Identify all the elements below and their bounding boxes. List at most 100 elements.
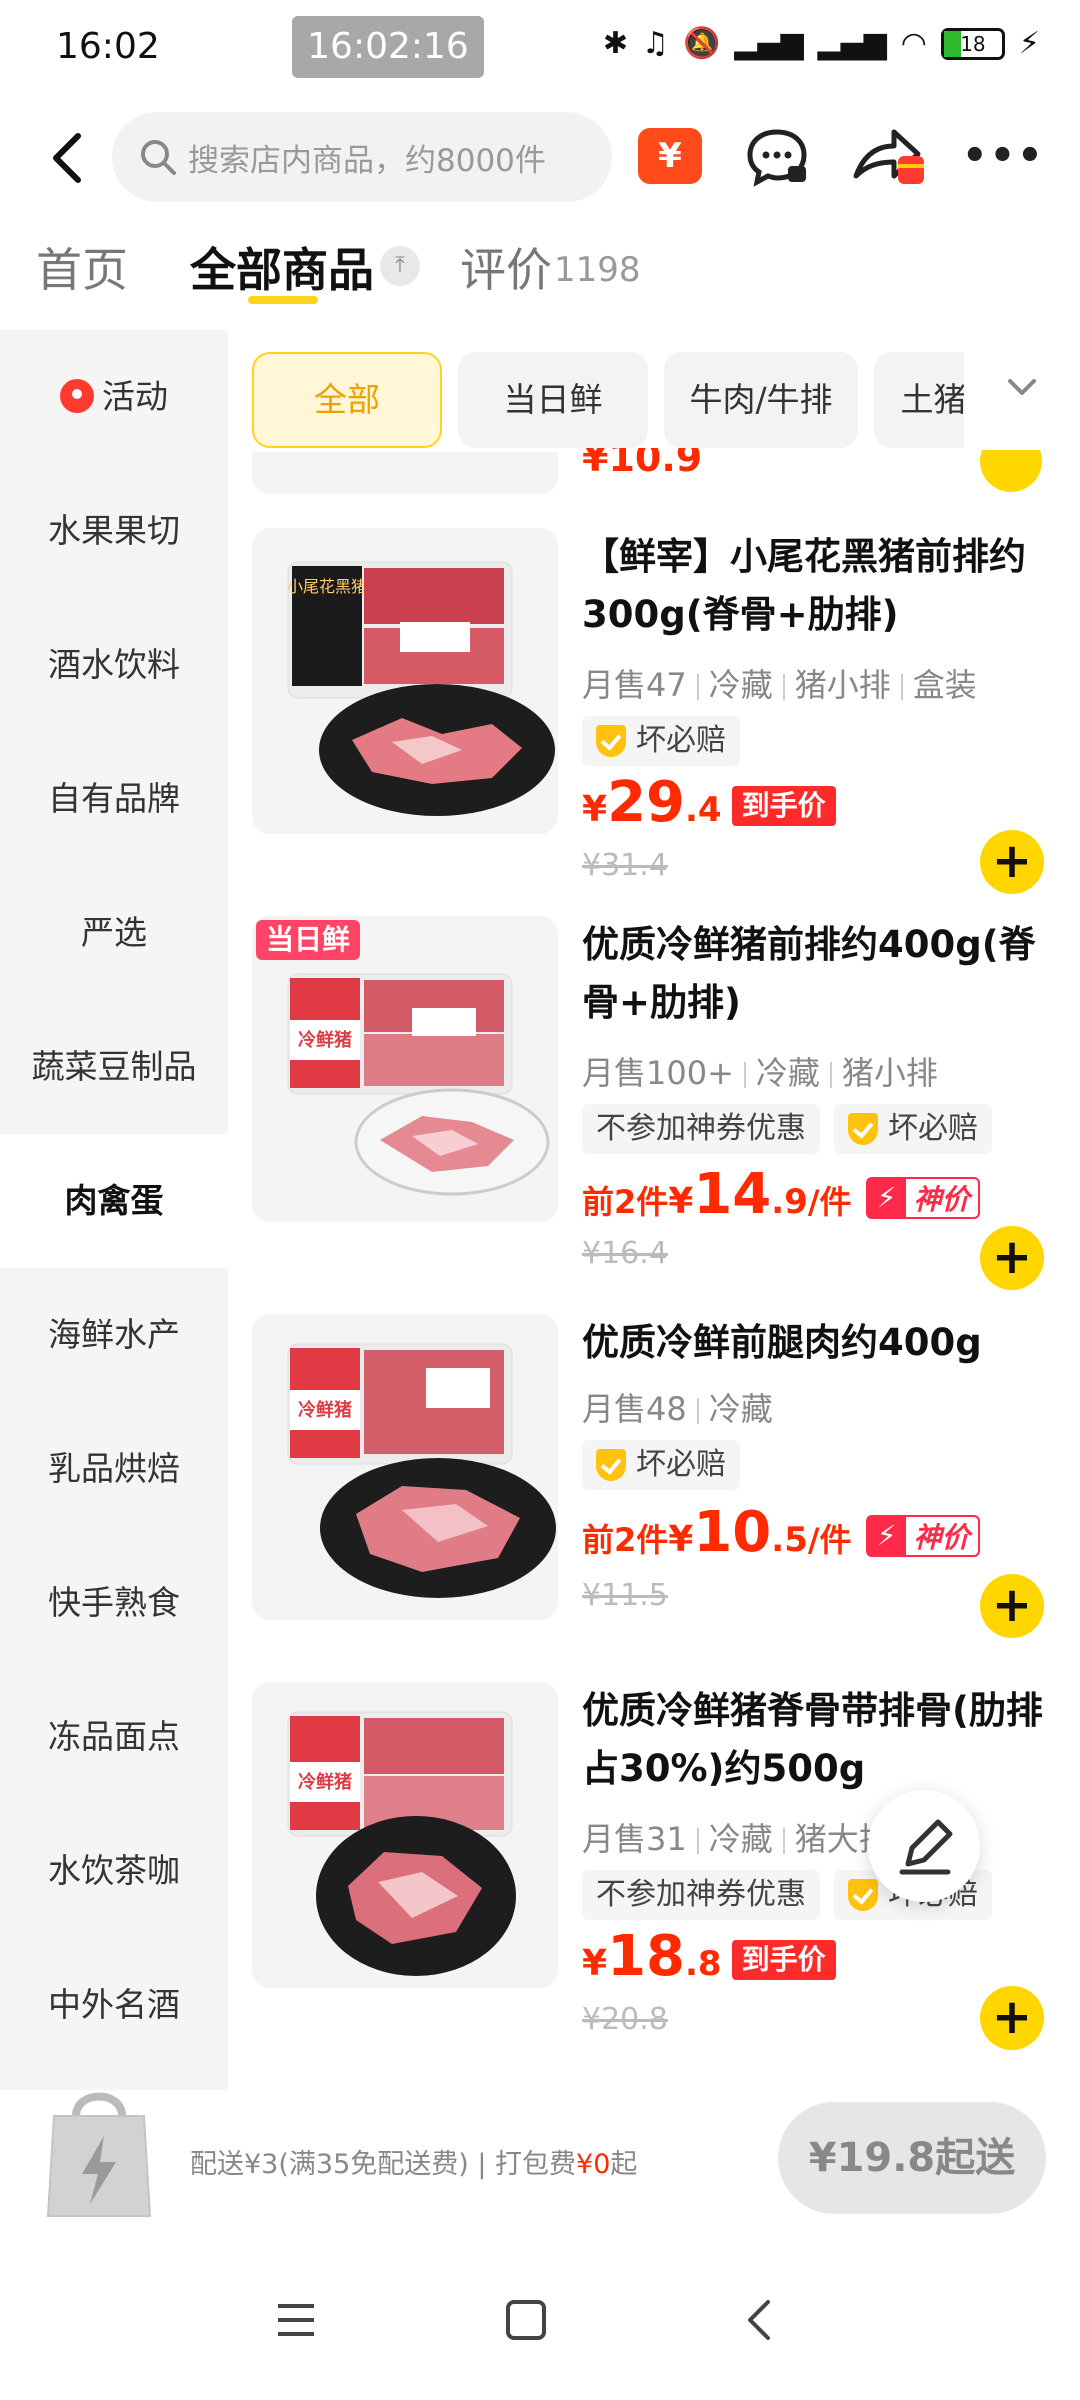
cut-type: 猪小排: [794, 666, 891, 704]
price-integer: 14: [693, 1162, 772, 1227]
product-image[interactable]: 冷鲜猪 当日鲜: [252, 916, 558, 1222]
price-decimal: .8: [685, 1944, 722, 1984]
sidebar-item-deli[interactable]: 快手熟食: [0, 1536, 228, 1670]
chat-icon[interactable]: [742, 122, 812, 192]
status-icons: ✱ ♫ 🔕 ▂▄▆ ▂▄▆ ◠ 18 ⚡: [603, 26, 1040, 61]
scroll-top-icon[interactable]: ⤒: [380, 246, 420, 286]
shopping-bag-icon[interactable]: [38, 2076, 160, 2226]
system-back-icon[interactable]: [738, 2298, 782, 2342]
sidebar-item-label: 活动: [102, 377, 168, 416]
edit-floating-button[interactable]: [868, 1790, 980, 1902]
price-integer: 29: [607, 770, 685, 835]
lightning-icon: ⚡: [867, 1178, 906, 1218]
redpacket-icon[interactable]: ¥: [638, 128, 702, 184]
mute-bell-icon: 🔕: [682, 26, 721, 61]
sidebar-item-selected[interactable]: 严选: [0, 866, 228, 1000]
final-price-badge: 到手价: [731, 786, 836, 826]
svg-text:冷鲜猪: 冷鲜猪: [298, 1029, 352, 1051]
price-unit: /件: [807, 1183, 852, 1221]
partial-add-button[interactable]: [980, 450, 1042, 492]
sidebar-item-tea-coffee[interactable]: 水饮茶咖: [0, 1804, 228, 1938]
search-icon: [141, 140, 176, 175]
filter-chips: 全部 当日鲜 牛肉/牛排 土猪/: [248, 352, 1068, 452]
tab-reviews[interactable]: 评价: [460, 234, 552, 300]
add-to-cart-button[interactable]: +: [980, 830, 1044, 894]
back-button[interactable]: [40, 126, 96, 190]
clock-overlay: 16:02:16: [292, 16, 484, 78]
menu-icon[interactable]: [274, 2298, 318, 2342]
battery-icon: 18: [940, 27, 1005, 60]
no-coupon-tag: 不参加神券优惠: [582, 1104, 820, 1154]
product-price: ¥18.8 到手价: [582, 1924, 836, 1989]
storage: 冷藏: [755, 1054, 820, 1092]
monthly-sales: 月售31: [582, 1820, 687, 1858]
tab-all-products[interactable]: 全部商品: [190, 234, 374, 300]
add-to-cart-button[interactable]: +: [980, 1226, 1044, 1290]
signal-1-icon: ▂▄▆: [734, 26, 804, 61]
product-meta: 月售47 冷藏 猪小排 盒装: [582, 660, 977, 706]
delivery-fee-suffix: 起: [610, 2149, 638, 2180]
add-to-cart-button[interactable]: +: [980, 1986, 1044, 2050]
min-order-button[interactable]: ¥19.8起送: [778, 2102, 1046, 2214]
sidebar-item-activity[interactable]: 活动: [0, 330, 228, 464]
product-image[interactable]: 冷鲜猪: [252, 1314, 558, 1620]
price-currency: ¥: [668, 1181, 694, 1222]
badge-label: 神价: [913, 1521, 970, 1554]
product-tags: 坏必赔: [582, 716, 740, 766]
more-icon[interactable]: •••: [962, 126, 1043, 186]
sidebar-item-fruit[interactable]: 水果果切: [0, 464, 228, 598]
chevron-down-icon: [1008, 379, 1036, 395]
sidebar-item-seafood[interactable]: 海鲜水产: [0, 1268, 228, 1402]
product-image[interactable]: 小尾花黑猪: [252, 528, 558, 834]
tab-home[interactable]: 首页: [36, 234, 128, 300]
original-price: ¥16.4: [582, 1236, 668, 1271]
sidebar-item-meat[interactable]: 肉禽蛋: [0, 1134, 228, 1268]
product-title: 优质冷鲜猪前排约400g(脊骨+肋排): [582, 923, 1036, 1024]
home-square-icon[interactable]: [504, 2298, 548, 2342]
badge-label: 神价: [913, 1183, 970, 1216]
sidebar-item-own-brand[interactable]: 自有品牌: [0, 732, 228, 866]
svg-text:冷鲜猪: 冷鲜猪: [298, 1399, 352, 1421]
lightning-icon: ⚡: [867, 1516, 906, 1556]
product-card[interactable]: 冷鲜猪 优质冷鲜前腿肉约400g 月售48 冷藏 坏必赔 前2件 ¥10.5/件 ⚡…: [248, 1314, 1080, 1710]
guarantee-tag: 坏必赔: [582, 716, 740, 766]
sidebar-item-vegetables[interactable]: 蔬菜豆制品: [0, 1000, 228, 1134]
price-currency: ¥: [582, 789, 608, 830]
monthly-sales: 月售100+: [582, 1054, 734, 1092]
sidebar-item-dairy[interactable]: 乳品烘焙: [0, 1402, 228, 1536]
sidebar-item-liquor[interactable]: 中外名酒: [0, 1938, 228, 2072]
chip-same-day[interactable]: 当日鲜: [458, 352, 648, 448]
tag-label: 坏必赔: [636, 1447, 726, 1482]
storage: 冷藏: [708, 1390, 773, 1428]
status-bar: 16:02 16:02:16 ✱ ♫ 🔕 ▂▄▆ ▂▄▆ ◠ 18 ⚡: [0, 0, 1080, 100]
original-price: ¥11.5: [582, 1578, 668, 1613]
vibrate-icon: ♫: [642, 26, 669, 61]
price-integer: 10: [693, 1500, 772, 1565]
price-unit: /件: [807, 1521, 852, 1559]
active-tab-indicator: [248, 296, 318, 304]
battery-level: 18: [960, 31, 986, 56]
category-sidebar: 活动 水果果切 酒水饮料 自有品牌 严选 蔬菜豆制品 肉禽蛋 海鲜水产 乳品烘焙…: [0, 330, 228, 2090]
search-input[interactable]: 搜索店内商品，约8000件: [112, 112, 612, 202]
storage: 冷藏: [708, 1820, 773, 1858]
share-icon[interactable]: [848, 120, 928, 194]
product-card[interactable]: 冷鲜猪 当日鲜 优质冷鲜猪前排约400g(脊骨+肋排) 月售100+ 冷藏 猪小排 …: [248, 916, 1080, 1312]
add-to-cart-button[interactable]: +: [980, 1574, 1044, 1638]
chip-all[interactable]: 全部: [252, 352, 442, 448]
activity-icon: [60, 378, 94, 413]
chips-expand-button[interactable]: [964, 352, 1080, 452]
cart-bar: 配送¥3(满35免配送费) | 打包费¥0起 ¥19.8起送: [0, 2090, 1080, 2230]
status-time: 16:02: [56, 26, 160, 67]
svg-text:小尾花黑猪: 小尾花黑猪: [287, 577, 367, 596]
tag-label: 坏必赔: [636, 723, 726, 758]
shield-check-icon: [848, 1113, 878, 1145]
packaging: 盒装: [912, 666, 977, 704]
sidebar-item-drinks[interactable]: 酒水饮料: [0, 598, 228, 732]
product-image[interactable]: 冷鲜猪: [252, 1682, 558, 1988]
product-card[interactable]: 小尾花黑猪 【鲜宰】小尾花黑猪前排约300g(脊骨+肋排) 月售47 冷藏 猪小排盒…: [248, 528, 1080, 924]
packing-fee: ¥0: [576, 2149, 611, 2180]
tag-label: 坏必赔: [888, 1111, 978, 1146]
chip-beef[interactable]: 牛肉/牛排: [664, 352, 858, 448]
sidebar-item-frozen[interactable]: 冻品面点: [0, 1670, 228, 1804]
original-price: ¥20.8: [582, 2002, 668, 2037]
